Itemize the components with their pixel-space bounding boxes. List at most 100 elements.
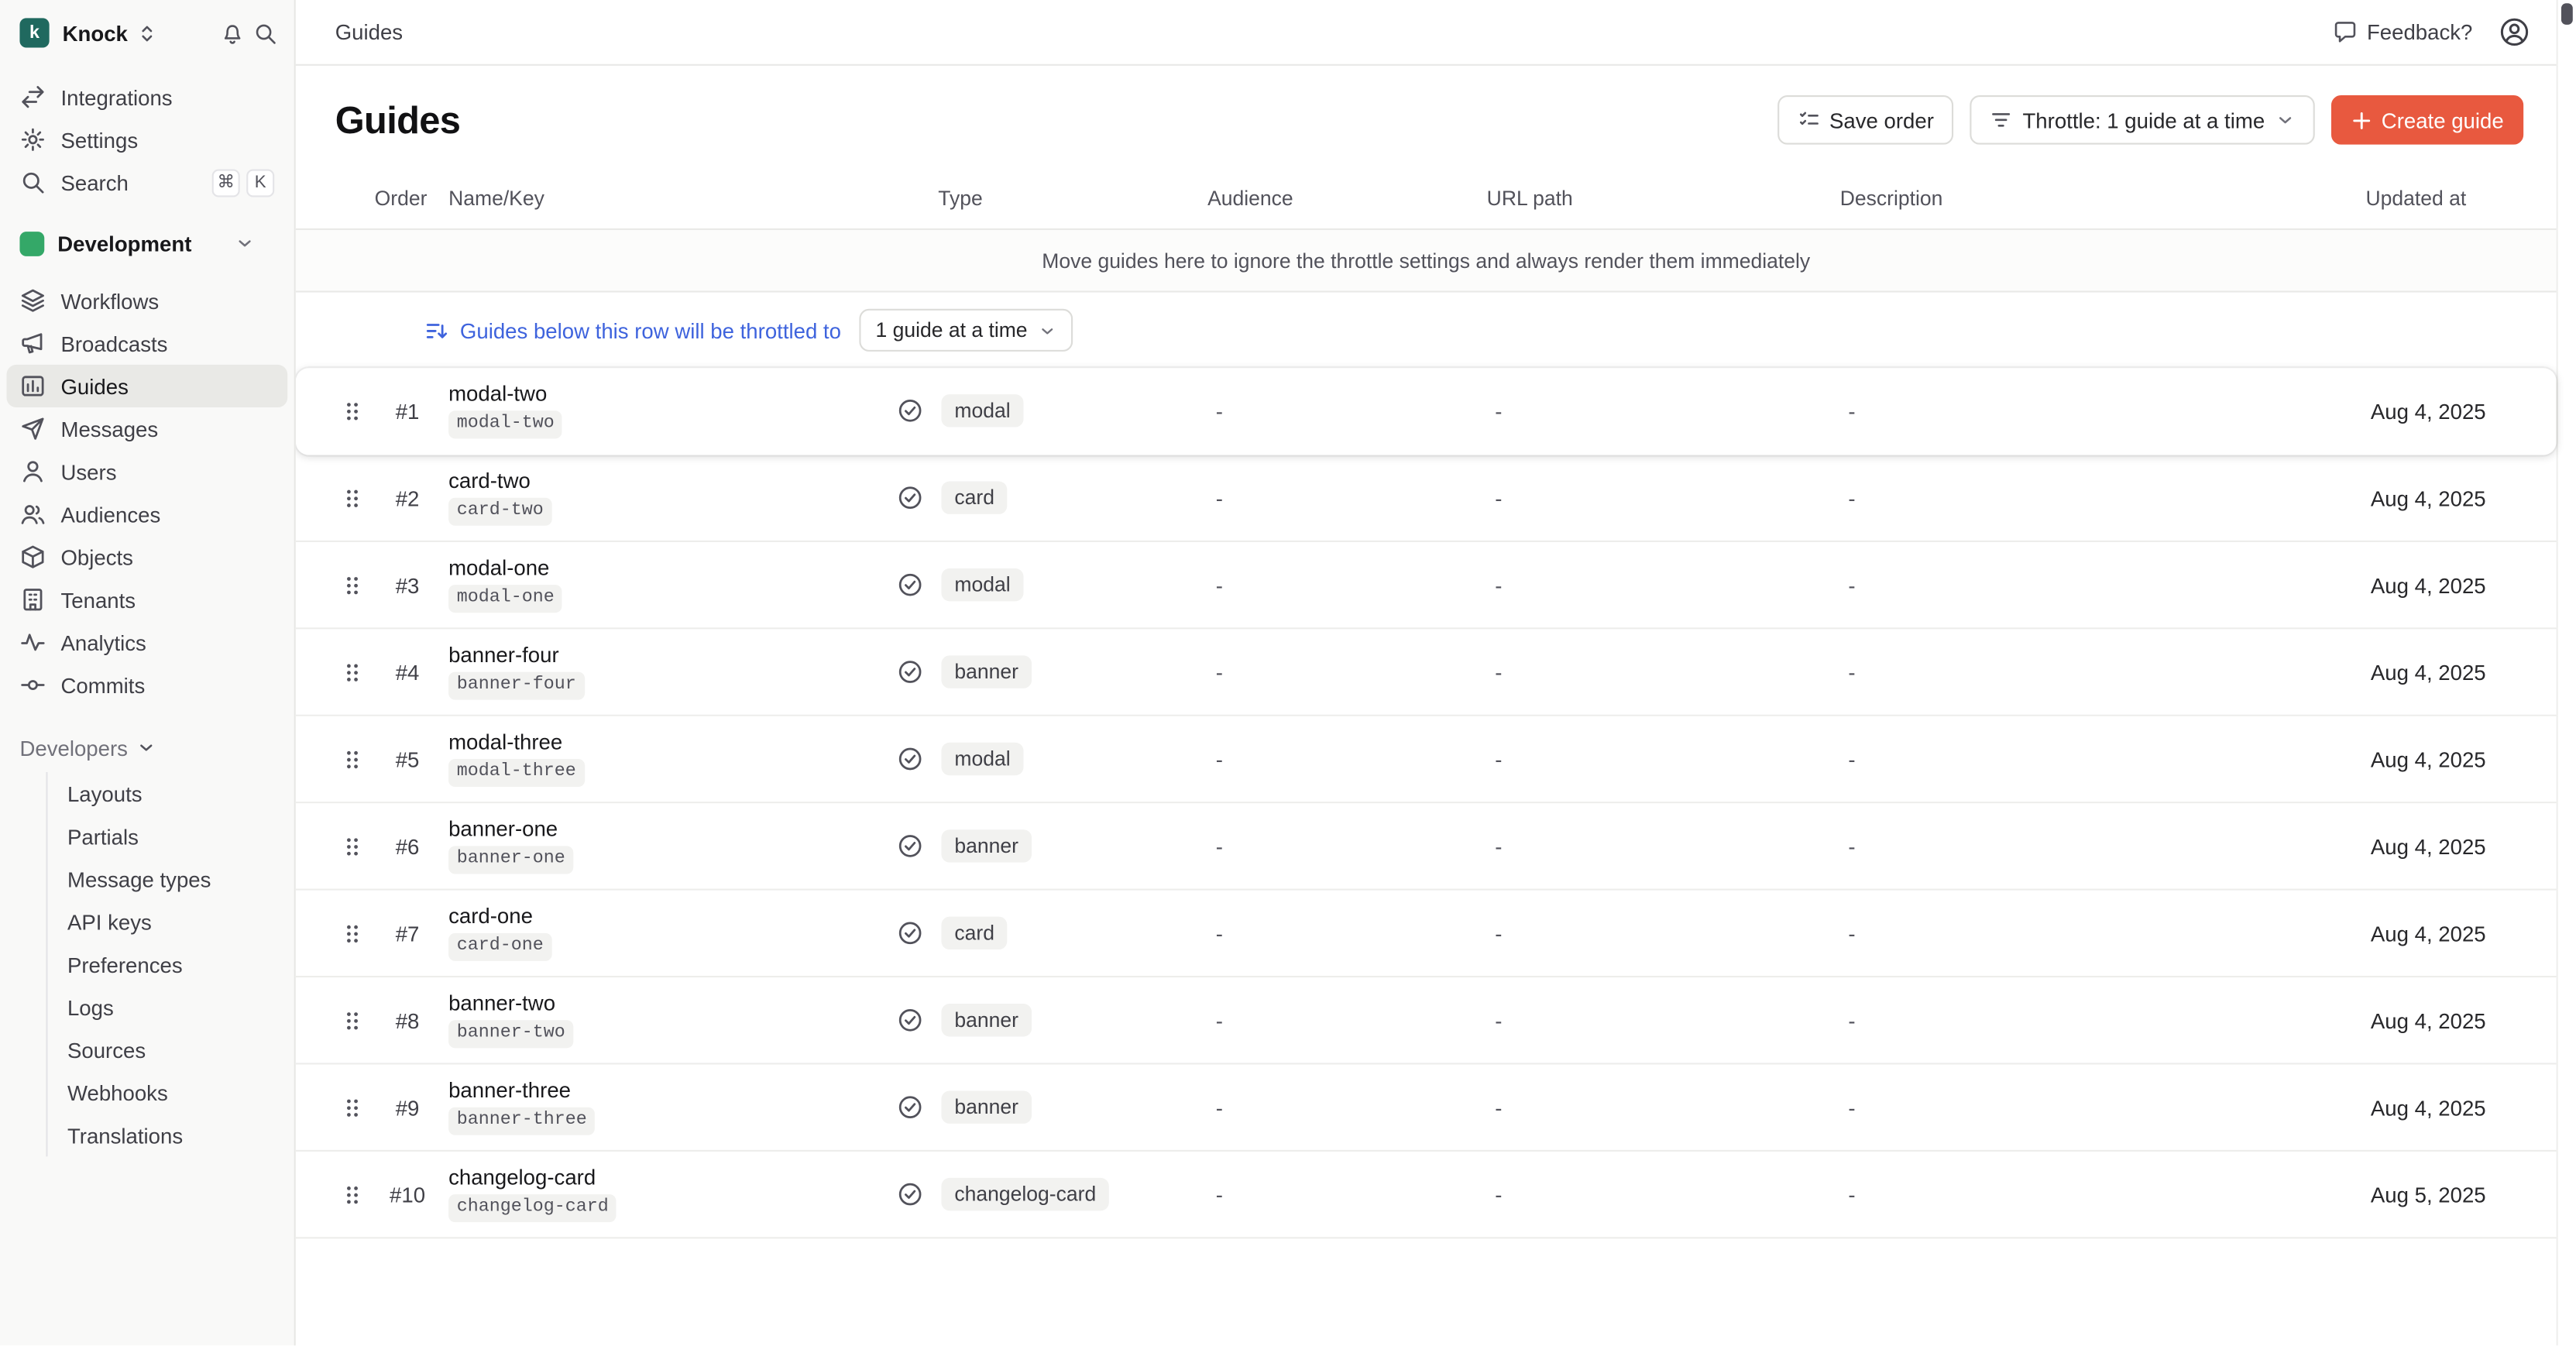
- column-header-type: Type: [938, 187, 1207, 210]
- table-row[interactable]: #6 banner-one banner-one banner - - - Au…: [296, 803, 2557, 890]
- sidebar-item-objects[interactable]: Objects: [6, 536, 287, 579]
- workspace-switcher[interactable]: k Knock: [0, 0, 294, 66]
- sidebar-item-label: Preferences: [67, 952, 183, 977]
- table-row[interactable]: #4 banner-four banner-four banner - - - …: [296, 629, 2557, 716]
- guide-name[interactable]: changelog-card: [448, 1166, 881, 1189]
- chevrons-up-down-icon[interactable]: [136, 22, 157, 44]
- drag-handle-icon[interactable]: [339, 398, 364, 423]
- feedback-button[interactable]: Feedback?: [2332, 19, 2472, 44]
- drag-handle-icon[interactable]: [339, 660, 364, 685]
- table-row[interactable]: #1 modal-two modal-two modal - - - Aug 4…: [296, 368, 2557, 455]
- environment-switcher-development[interactable]: Development: [6, 220, 287, 266]
- integrations-icon: [19, 84, 46, 110]
- drag-handle-icon[interactable]: [339, 1008, 364, 1032]
- table-row[interactable]: #7 card-one card-one card - - - Aug 4, 2…: [296, 891, 2557, 977]
- drag-handle-icon[interactable]: [339, 572, 364, 597]
- megaphone-icon: [19, 330, 46, 356]
- throttle-divider-link[interactable]: Guides below this row will be throttled …: [424, 318, 841, 342]
- sidebar-item-message-types[interactable]: Message types: [48, 857, 281, 900]
- save-order-button[interactable]: Save order: [1777, 95, 1953, 145]
- table-row[interactable]: #2 card-two card-two card - - - Aug 4, 2…: [296, 455, 2557, 542]
- sidebar-item-commits[interactable]: Commits: [6, 664, 287, 706]
- table-row[interactable]: #5 modal-three modal-three modal - - - A…: [296, 716, 2557, 803]
- throttle-count-select[interactable]: 1 guide at a time: [859, 309, 1073, 352]
- row-type: modal: [938, 397, 1207, 424]
- row-order: #1: [375, 398, 441, 423]
- drag-handle-icon[interactable]: [339, 1182, 364, 1207]
- sidebar-item-guides[interactable]: Guides: [6, 365, 287, 407]
- row-audience: -: [1207, 1095, 1487, 1120]
- table-row[interactable]: #10 changelog-card changelog-card change…: [296, 1152, 2557, 1238]
- sidebar-item-messages[interactable]: Messages: [6, 407, 287, 450]
- sidebar-item-sources[interactable]: Sources: [48, 1028, 281, 1071]
- scrollbar-thumb[interactable]: [2561, 3, 2573, 25]
- row-updated-at: Aug 4, 2025: [2366, 660, 2557, 685]
- sidebar-item-integrations[interactable]: Integrations: [6, 76, 287, 118]
- guide-name[interactable]: modal-two: [448, 383, 881, 406]
- sidebar-item-webhooks[interactable]: Webhooks: [48, 1071, 281, 1114]
- unthrottled-dropzone[interactable]: Move guides here to ignore the throttle …: [296, 230, 2557, 293]
- users-icon: [19, 501, 46, 527]
- sidebar-item-search[interactable]: Search ⌘ K: [6, 161, 287, 204]
- sidebar-item-partials[interactable]: Partials: [48, 815, 281, 857]
- chevron-down-icon: [136, 737, 156, 757]
- sidebar-item-workflows[interactable]: Workflows: [6, 280, 287, 322]
- drag-handle-icon[interactable]: [339, 486, 364, 510]
- table-row[interactable]: #8 banner-two banner-two banner - - - Au…: [296, 977, 2557, 1064]
- bell-icon[interactable]: [220, 21, 245, 46]
- column-header-name-key: Name/Key: [440, 187, 880, 210]
- sidebar-item-preferences[interactable]: Preferences: [48, 943, 281, 986]
- sidebar-item-broadcasts[interactable]: Broadcasts: [6, 322, 287, 365]
- sidebar-item-users[interactable]: Users: [6, 450, 287, 493]
- gear-icon: [19, 126, 46, 153]
- sidebar-item-audiences[interactable]: Audiences: [6, 493, 287, 535]
- create-guide-button[interactable]: Create guide: [2330, 95, 2523, 145]
- type-badge: banner: [941, 1004, 1032, 1036]
- row-updated-at: Aug 4, 2025: [2366, 1008, 2557, 1032]
- table-row[interactable]: #9 banner-three banner-three banner - - …: [296, 1065, 2557, 1152]
- developers-section-toggle[interactable]: Developers: [6, 726, 287, 769]
- row-order: #4: [375, 660, 441, 685]
- sidebar-development-nav: Workflows Broadcasts Guides Messages: [0, 270, 294, 706]
- sidebar-item-logs[interactable]: Logs: [48, 986, 281, 1028]
- guide-name[interactable]: card-two: [448, 469, 881, 493]
- check-circle-icon: [896, 572, 922, 598]
- guide-name[interactable]: banner-three: [448, 1079, 881, 1102]
- sidebar-item-api-keys[interactable]: API keys: [48, 900, 281, 943]
- type-badge: banner: [941, 829, 1032, 862]
- sidebar-item-layouts[interactable]: Layouts: [48, 772, 281, 815]
- row-url-path: -: [1487, 398, 1840, 423]
- search-icon[interactable]: [253, 21, 278, 46]
- feedback-label: Feedback?: [2367, 19, 2472, 44]
- drag-handle-icon[interactable]: [339, 921, 364, 946]
- sidebar-item-analytics[interactable]: Analytics: [6, 621, 287, 664]
- sidebar-item-tenants[interactable]: Tenants: [6, 579, 287, 621]
- row-type: modal: [938, 746, 1207, 772]
- row-name-key: card-one card-one: [440, 905, 880, 962]
- sidebar-item-label: Sources: [67, 1038, 146, 1063]
- drag-handle-icon[interactable]: [339, 747, 364, 771]
- guide-name[interactable]: modal-three: [448, 730, 881, 754]
- drag-handle-icon[interactable]: [339, 834, 364, 859]
- sidebar-item-label: Broadcasts: [60, 333, 167, 355]
- throttle-count-value: 1 guide at a time: [876, 319, 1028, 342]
- drag-handle-icon[interactable]: [339, 1095, 364, 1120]
- sidebar-item-translations[interactable]: Translations: [48, 1114, 281, 1156]
- row-updated-at: Aug 5, 2025: [2366, 1182, 2557, 1207]
- save-order-label: Save order: [1829, 108, 1934, 132]
- guide-name[interactable]: banner-four: [448, 644, 881, 667]
- guide-name[interactable]: banner-one: [448, 818, 881, 841]
- check-circle-icon: [896, 920, 922, 946]
- table-row[interactable]: #3 modal-one modal-one modal - - - Aug 4…: [296, 542, 2557, 629]
- row-name-key: card-two card-two: [440, 469, 880, 527]
- guide-name[interactable]: card-one: [448, 905, 881, 928]
- workflows-icon: [19, 287, 46, 314]
- sidebar-item-label: Commits: [60, 675, 145, 696]
- guide-name[interactable]: banner-two: [448, 991, 881, 1015]
- account-menu-button[interactable]: [2499, 16, 2530, 47]
- guide-key: banner-four: [448, 671, 584, 700]
- throttle-dropdown[interactable]: Throttle: 1 guide at a time: [1970, 95, 2314, 145]
- guide-name[interactable]: modal-one: [448, 556, 881, 579]
- scrollbar-track[interactable]: [2557, 0, 2576, 1345]
- sidebar-item-settings[interactable]: Settings: [6, 118, 287, 161]
